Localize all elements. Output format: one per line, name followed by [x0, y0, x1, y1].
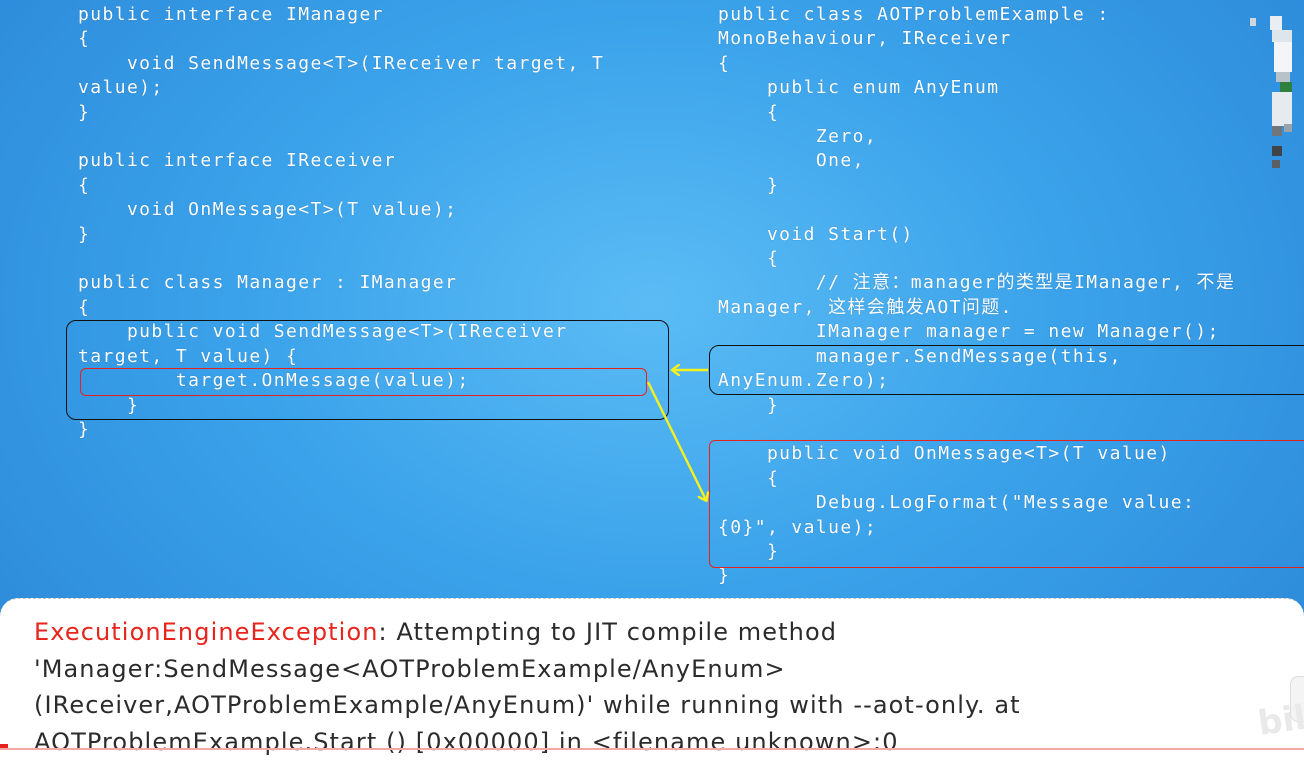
video-thumbnail-strip [1248, 14, 1304, 174]
call-flow-arrows [646, 0, 1304, 600]
arrow-onmessage-to-implementation [646, 381, 706, 500]
red-underline [0, 748, 1304, 750]
red-tick-mark [0, 744, 8, 748]
exception-type: ExecutionEngineException [34, 618, 379, 646]
bilibili-watermark: bili [1255, 696, 1304, 744]
exception-message: ExecutionEngineException: Attempting to … [34, 614, 1254, 760]
